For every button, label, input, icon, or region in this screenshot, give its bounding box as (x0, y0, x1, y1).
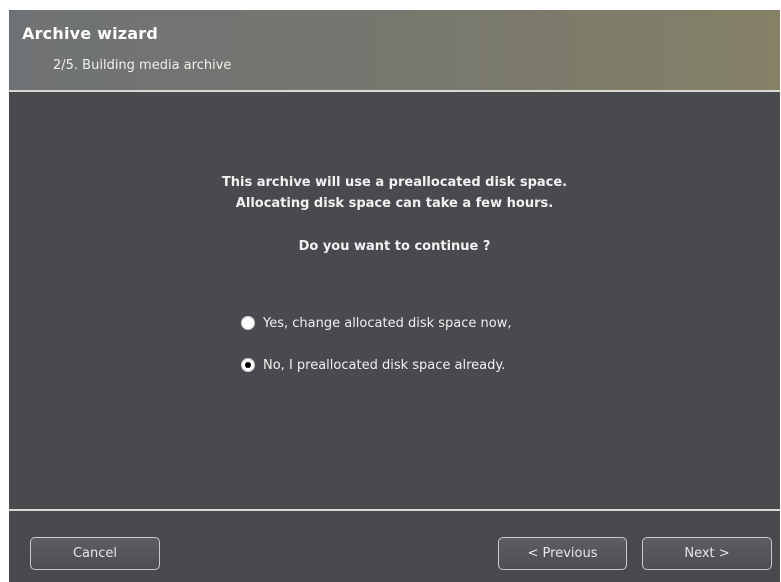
info-message-line-1: This archive will use a preallocated dis… (221, 175, 568, 190)
radio-change-disk-space[interactable] (241, 316, 255, 330)
cancel-button[interactable]: Cancel (30, 537, 160, 570)
option-already-preallocated-label[interactable]: No, I preallocated disk space already. (263, 358, 505, 373)
next-button[interactable]: Next > (642, 537, 772, 570)
option-change-disk-space-label[interactable]: Yes, change allocated disk space now, (263, 316, 512, 331)
wizard-header: Archive wizard 2/5. Building media archi… (9, 10, 780, 92)
archive-wizard-window: Archive wizard 2/5. Building media archi… (9, 10, 780, 582)
footer-divider (9, 509, 780, 511)
option-already-preallocated[interactable]: No, I preallocated disk space already. (241, 356, 505, 374)
wizard-step-subtitle: 2/5. Building media archive (53, 58, 232, 73)
option-change-disk-space[interactable]: Yes, change allocated disk space now, (241, 314, 512, 332)
radio-already-preallocated[interactable] (241, 358, 255, 372)
continue-question: Do you want to continue ? (298, 239, 491, 254)
previous-button[interactable]: < Previous (498, 537, 627, 570)
info-message-line-2: Allocating disk space can take a few hou… (235, 196, 554, 211)
wizard-title: Archive wizard (22, 24, 159, 43)
